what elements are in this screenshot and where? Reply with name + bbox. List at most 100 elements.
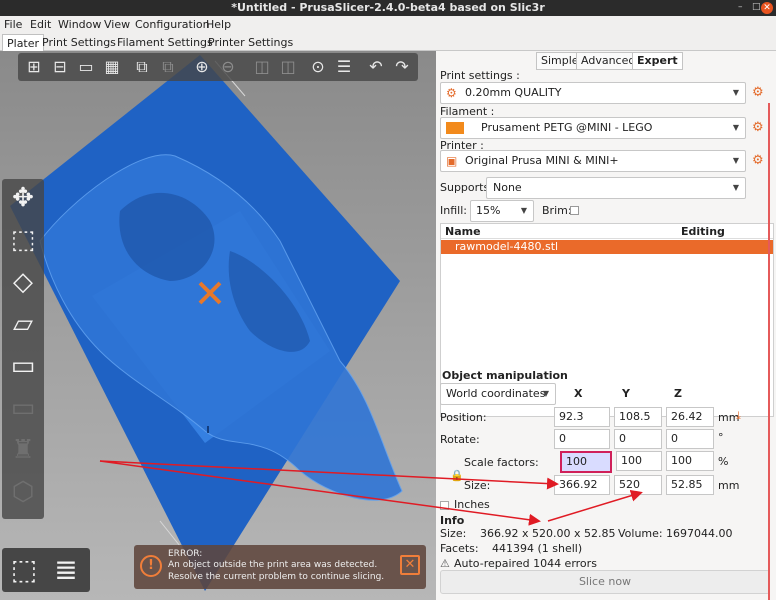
print-settings-value: 0.20mm QUALITY — [465, 86, 562, 99]
object-name: rawmodel-4480.stl — [455, 240, 559, 253]
add-icon[interactable]: ⊞ — [24, 57, 44, 77]
printer-gear-icon[interactable]: ⚙ — [752, 153, 764, 168]
brim-checkbox[interactable] — [570, 206, 579, 215]
mode-expert-button[interactable]: Expert — [632, 52, 683, 70]
rotate-z-input[interactable]: 0 — [666, 429, 714, 449]
mmu-segmentation-icon[interactable]: ⬡ — [6, 475, 40, 509]
coordinates-value: World coordinates — [446, 387, 546, 400]
filament-combo[interactable]: Prusament PETG @MINI - LEGO ▼ — [440, 117, 746, 139]
inches-checkbox[interactable] — [440, 501, 449, 510]
split-objects-icon[interactable]: ◫ — [252, 57, 272, 77]
size-y-input[interactable]: 520 — [614, 475, 662, 495]
column-name: Name — [445, 225, 481, 238]
brim-label: Brim: — [542, 204, 572, 217]
delete-icon[interactable]: ⊟ — [50, 57, 70, 77]
arrange-icon[interactable]: ▦ — [102, 57, 122, 77]
filament-gear-icon[interactable]: ⚙ — [752, 120, 764, 135]
rotate-y-input[interactable]: 0 — [614, 429, 662, 449]
print-settings-combo[interactable]: ⚙ 0.20mm QUALITY ▼ — [440, 82, 746, 104]
seam-painting-icon[interactable]: ♜ — [6, 433, 40, 467]
menu-edit[interactable]: Edit — [30, 18, 51, 31]
menu-window[interactable]: Window — [58, 18, 101, 31]
sidebar: Simple Advanced Expert Print settings : … — [436, 51, 776, 600]
scene-canvas — [10, 55, 403, 591]
scale-z-input[interactable]: 100 — [666, 451, 714, 471]
position-x-input[interactable]: 92.3 — [554, 407, 610, 427]
close-button[interactable]: ✕ — [761, 2, 773, 14]
filament-color-swatch — [446, 122, 464, 134]
tab-filament-settings[interactable]: Filament Settings — [117, 36, 213, 49]
left-toolbar: ✥ ⬚ ◇ ▱ ▭ ▭ ♜ ⬡ — [2, 179, 44, 519]
slice-now-button[interactable]: Slice now — [440, 570, 770, 594]
move-icon[interactable]: ✥ — [6, 181, 40, 215]
close-notification-icon[interactable]: ✕ — [400, 555, 420, 575]
3d-view-icon[interactable]: ⬚ — [6, 552, 42, 588]
inches-label: Inches — [454, 498, 490, 511]
rotate-icon[interactable]: ◇ — [6, 265, 40, 299]
tab-print-settings[interactable]: Print Settings — [42, 36, 116, 49]
window-title: *Untitled - PrusaSlicer-2.4.0-beta4 base… — [231, 1, 545, 14]
info-volume-value: 1697044.00 — [666, 527, 733, 540]
layers-editing-icon[interactable]: ☰ — [334, 57, 354, 77]
drop-to-bed-icon[interactable]: ⤓ — [736, 409, 741, 423]
info-facets-label: Facets: — [440, 542, 479, 555]
redo-icon[interactable]: ↷ — [392, 57, 412, 77]
tab-plater[interactable]: Plater — [2, 34, 45, 52]
chevron-down-icon: ▼ — [732, 183, 739, 192]
supports-label: Supports: — [440, 181, 493, 194]
printer-combo[interactable]: ▣ Original Prusa MINI & MINI+ ▼ — [440, 150, 746, 172]
chevron-down-icon: ▼ — [732, 156, 739, 165]
undo-icon[interactable]: ↶ — [366, 57, 386, 77]
chevron-down-icon: ▼ — [732, 88, 739, 97]
menu-view[interactable]: View — [104, 18, 130, 31]
cut-icon[interactable]: ▭ — [6, 349, 40, 383]
add-instance-icon[interactable]: ⊕ — [192, 57, 212, 77]
supports-combo[interactable]: None ▼ — [486, 177, 746, 199]
warning-icon: ⚠ — [440, 557, 450, 570]
3d-viewport[interactable]: ⊞ ⊟ ▭ ▦ ⧉ ⧉ ⊕ ⊖ ◫ ◫ ⊙ ☰ ↶ ↷ ✥ ⬚ ◇ ▱ ▭ ▭ … — [0, 51, 436, 600]
top-toolbar: ⊞ ⊟ ▭ ▦ ⧉ ⧉ ⊕ ⊖ ◫ ◫ ⊙ ☰ ↶ ↷ — [18, 53, 418, 81]
menu-file[interactable]: File — [4, 18, 22, 31]
remove-instance-icon[interactable]: ⊖ — [218, 57, 238, 77]
axis-y-label: Y — [622, 387, 630, 400]
size-x-input[interactable]: 366.92 — [554, 475, 610, 495]
paint-supports-icon[interactable]: ▭ — [6, 391, 40, 425]
copy-icon[interactable]: ⧉ — [132, 57, 152, 77]
lock-icon[interactable]: 🔒 — [450, 469, 464, 482]
coordinates-combo[interactable]: World coordinates ▼ — [440, 383, 556, 405]
info-size-label: Size: — [440, 527, 467, 540]
scale-y-input[interactable]: 100 — [616, 451, 662, 471]
scale-x-input[interactable]: 100 — [560, 451, 612, 473]
error-notification: ! ERROR: An object outside the print are… — [134, 545, 426, 589]
print-settings-gear-icon[interactable]: ⚙ — [752, 85, 764, 100]
position-y-input[interactable]: 108.5 — [614, 407, 662, 427]
tab-printer-settings[interactable]: Printer Settings — [208, 36, 293, 49]
place-on-face-icon[interactable]: ▱ — [6, 307, 40, 341]
minimize-button[interactable]: – — [738, 2, 743, 12]
table-row[interactable]: rawmodel-4480.stl — [441, 240, 773, 254]
mode-advanced-button[interactable]: Advanced — [576, 52, 641, 70]
chevron-down-icon: ▼ — [732, 123, 739, 132]
menu-help[interactable]: Help — [206, 18, 231, 31]
size-z-input[interactable]: 52.85 — [666, 475, 714, 495]
split-parts-icon[interactable]: ◫ — [278, 57, 298, 77]
preview-layers-icon[interactable]: ≣ — [48, 552, 84, 588]
position-z-input[interactable]: 26.42 — [666, 407, 714, 427]
chevron-down-icon: ▼ — [542, 389, 549, 398]
error-message-line1: An object outside the print area was det… — [168, 560, 378, 570]
paste-icon[interactable]: ⧉ — [158, 57, 178, 77]
print-profile-icon: ⚙ — [446, 86, 457, 100]
scale-icon[interactable]: ⬚ — [6, 223, 40, 257]
maximize-button[interactable]: □ — [752, 2, 761, 12]
axis-x-label: X — [574, 387, 583, 400]
delete-all-icon[interactable]: ▭ — [76, 57, 96, 77]
infill-combo[interactable]: 15% ▼ — [470, 200, 534, 222]
scale-label: Scale factors: — [464, 456, 539, 469]
error-icon: ! — [140, 555, 162, 577]
rotate-unit: ° — [718, 431, 724, 444]
chevron-down-icon: ▼ — [520, 206, 527, 215]
menu-configuration[interactable]: Configuration — [135, 18, 210, 31]
rotate-x-input[interactable]: 0 — [554, 429, 610, 449]
search-icon[interactable]: ⊙ — [308, 57, 328, 77]
sidebar-scrollbar[interactable] — [768, 103, 770, 600]
